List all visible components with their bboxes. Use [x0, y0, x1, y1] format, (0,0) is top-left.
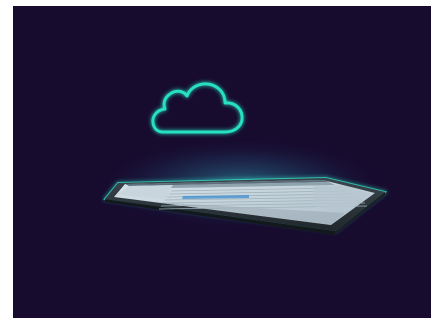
image-canvas	[0, 0, 438, 326]
cloud-tablet-illustration	[91, 82, 391, 235]
cloud-icon	[151, 82, 244, 134]
dark-scene-background	[13, 6, 431, 318]
